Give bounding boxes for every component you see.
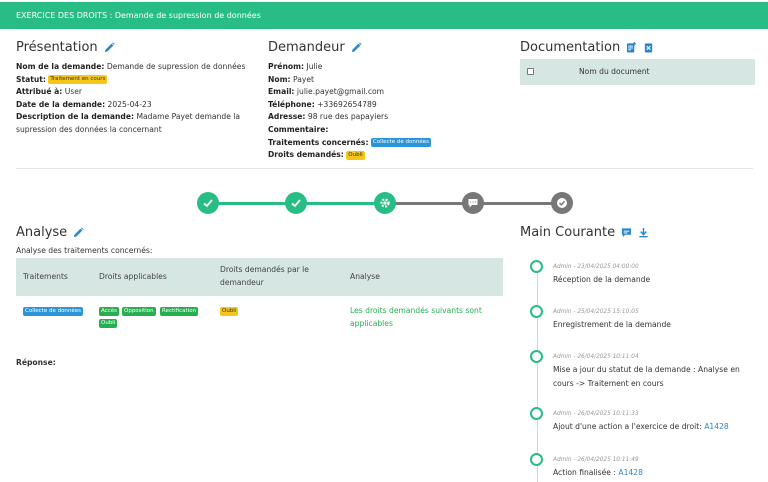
demandeur-heading: Demandeur [268, 40, 508, 55]
droit-badge: Oubli [346, 150, 365, 160]
page-title: EXERCICE DES DROITS : Demande de supress… [16, 11, 261, 20]
timeline-meta: Admin - 23/04/2025 04:00:00 [553, 264, 639, 270]
analyse-subtitle: Analyse des traitements concernés: [16, 246, 153, 255]
progress-bar-todo [385, 202, 473, 205]
step-received[interactable] [197, 192, 219, 214]
presentation-date: Date de la demande: 2025-04-23 [16, 99, 152, 109]
check-icon [203, 199, 213, 208]
analyse-result: Les droits demandés suivants sont applic… [350, 304, 482, 330]
documentation-section: Documentation [520, 40, 755, 55]
progress-bar-done [296, 202, 385, 205]
analyse-table-header: Traitements Droits applicables Droits de… [16, 258, 503, 296]
analyse-section: Analyse [16, 225, 256, 240]
droit-opposition-badge: Opposition [122, 307, 156, 316]
analyse-result-line: Les droits demandés suivants sont [350, 306, 482, 315]
timeline-dot [530, 305, 543, 318]
timeline-text: Enregistrement de la demande [553, 320, 671, 329]
droit-demande-badge: Oubli [220, 307, 239, 316]
step-registered[interactable] [285, 192, 307, 214]
presentation-title: Présentation [16, 40, 98, 55]
demandeur-email: Email: julie.payet@gmail.com [268, 87, 385, 97]
column-analyse: Analyse [350, 272, 380, 281]
demandeur-prenom: Prénom: Julie [268, 62, 323, 71]
column-traitements: Traitements [23, 272, 68, 281]
demandeur-section: Demandeur Prénom: Julie Nom: Payet Email… [268, 40, 508, 162]
timeline-text-line: Mise a jour du statut de la demande : An… [553, 365, 740, 374]
analyse-title: Analyse [16, 225, 68, 240]
demandeur-traitements: Traitements concernés: Collecte de donné… [268, 137, 431, 148]
demandeur-nom: Nom: Payet [268, 74, 314, 84]
check-badge-icon [557, 198, 567, 208]
timeline-text-label: Action finalisée : [553, 468, 616, 477]
edit-pencil-icon[interactable] [104, 42, 115, 53]
traitement-badge: Collecte de données [23, 307, 84, 316]
presentation-description: Description de la demande: Madame Payet … [16, 112, 241, 122]
edit-pencil-icon[interactable] [73, 227, 84, 238]
step-processing[interactable] [374, 192, 396, 214]
select-all-checkbox[interactable] [527, 68, 534, 75]
timeline-meta: Admin - 26/04/2025 10:11:33 [553, 411, 639, 417]
main-courante-title: Main Courante [520, 225, 616, 240]
progress-bar-todo [473, 202, 562, 205]
traitement-badge: Collecte de données [370, 138, 431, 148]
timeline-text: Action finalisée : A1428 [553, 466, 743, 480]
timeline-dot [530, 350, 543, 363]
documents-table-header: Nom du document [520, 59, 755, 85]
column-nom-document: Nom du document [579, 67, 650, 76]
presentation-attribue: Attribué à: User [16, 87, 83, 97]
presentation-description-cont: supression des données la concernant [16, 124, 162, 134]
timeline-meta: Admin - 25/04/2025 15:10:05 [553, 309, 639, 315]
delete-document-icon[interactable] [643, 42, 654, 53]
main-courante-heading: Main Courante [520, 225, 755, 240]
analyse-result-line: applicables [350, 319, 393, 328]
timeline-line [537, 266, 538, 482]
step-closed[interactable] [551, 192, 573, 214]
timeline-dot [530, 453, 543, 466]
edit-pencil-icon[interactable] [351, 42, 362, 53]
step-response[interactable] [462, 192, 484, 214]
action-link[interactable]: A1428 [704, 422, 729, 431]
action-link[interactable]: A1428 [618, 468, 643, 477]
divider [16, 168, 753, 169]
comment-icon [468, 199, 478, 208]
presentation-statut: Statut: Traitement en cours [16, 74, 108, 85]
gear-icon [380, 198, 390, 208]
column-droits-applicables: Droits applicables [99, 272, 167, 281]
timeline-text: Ajout d'une action a l'exercice de droit… [553, 420, 743, 434]
droit-oubli-badge: Oubli [99, 319, 118, 328]
main-courante-section: Main Courante [520, 225, 755, 240]
documentation-title: Documentation [520, 40, 621, 55]
timeline-text: Réception de la demande [553, 275, 651, 284]
timeline-text: Mise a jour du statut de la demande : An… [553, 363, 743, 390]
add-document-icon[interactable] [626, 42, 637, 53]
droit-acces-badge: Accès [99, 307, 119, 316]
timeline-meta: Admin - 26/04/2025 10:11:49 [553, 457, 639, 463]
download-icon[interactable] [638, 227, 649, 238]
demandeur-droits: Droits demandés: Oubli [268, 150, 365, 160]
demandeur-title: Demandeur [268, 40, 345, 55]
presentation-heading: Présentation [16, 40, 256, 55]
reponse-label: Réponse: [16, 358, 56, 367]
column-droits-demandes-cont: demandeur [220, 278, 264, 287]
comment-icon[interactable] [621, 227, 632, 238]
timeline-dot [530, 260, 543, 273]
documentation-heading: Documentation [520, 40, 755, 55]
check-icon [291, 199, 301, 208]
column-droits-demandes: Droits demandés par le [220, 265, 309, 274]
timeline-meta: Admin - 26/04/2025 10:11:04 [553, 354, 639, 360]
demandeur-adresse: Adresse: 98 rue des papayiers [268, 112, 389, 122]
timeline-dot [530, 407, 543, 420]
presentation-section: Présentation Nom de la demande: Demande … [16, 40, 256, 137]
demandeur-commentaire: Commentaire: [268, 124, 329, 134]
timeline-text-line: cours -> Traitement en cours [553, 378, 664, 388]
page-header: EXERCICE DES DROITS : Demande de supress… [0, 2, 768, 29]
timeline-text-label: Ajout d'une action a l'exercice de droit… [553, 422, 702, 431]
presentation-nom: Nom de la demande: Demande de supression… [16, 62, 246, 71]
status-badge: Traitement en cours [48, 75, 108, 85]
analyse-heading: Analyse [16, 225, 256, 240]
demandeur-telephone: Téléphone: +33692654789 [268, 99, 377, 109]
droit-rectification-badge: Rectification [160, 307, 199, 316]
progress-bar-done [208, 202, 296, 205]
